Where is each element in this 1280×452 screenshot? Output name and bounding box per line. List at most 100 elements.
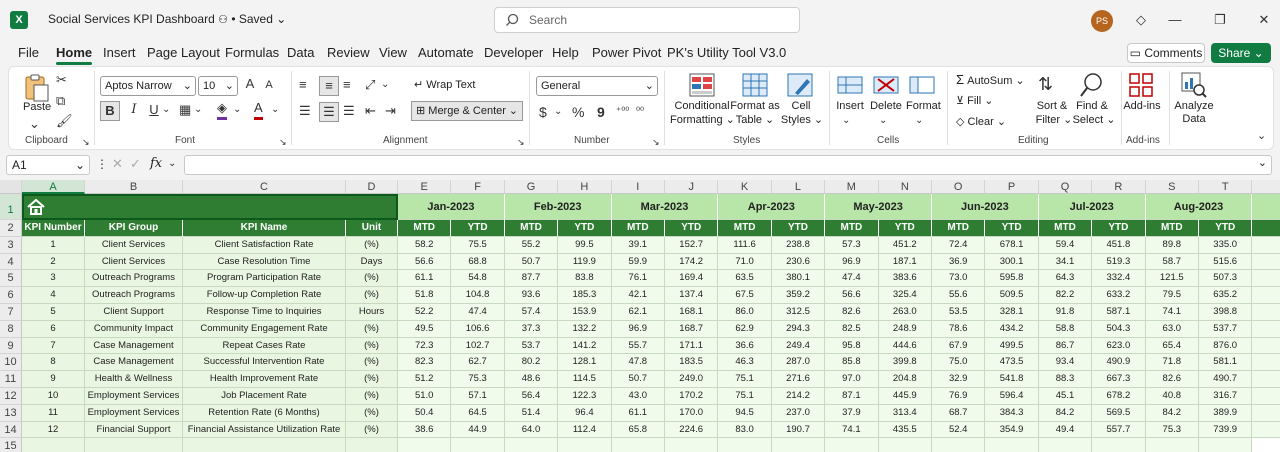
analyze-data-label-2[interactable]: Data — [1173, 113, 1215, 125]
data-cell[interactable]: Client Services — [85, 253, 183, 271]
column-header-q[interactable]: Q — [1038, 180, 1093, 194]
mtd-header[interactable]: MTD — [1145, 220, 1199, 237]
decrease-font-icon[interactable]: A — [262, 76, 276, 94]
format-as-table-label-2[interactable]: Table ⌄ — [730, 113, 780, 126]
data-cell[interactable]: 312.5 — [771, 304, 826, 321]
data-cell-partial[interactable] — [1252, 421, 1280, 439]
data-cell[interactable]: 57.4 — [504, 304, 559, 321]
data-cell[interactable]: 95.8 — [825, 337, 879, 355]
data-cell[interactable]: 74.1 — [1145, 304, 1199, 321]
tab-review[interactable]: Review — [327, 45, 370, 60]
chevron-down-icon[interactable]: ⌄ — [162, 101, 170, 119]
borders-icon[interactable]: ▦ — [179, 101, 191, 119]
data-cell[interactable]: 38.6 — [398, 421, 452, 439]
data-cell-partial[interactable] — [1252, 236, 1280, 254]
row-header-7[interactable]: 7 — [0, 304, 22, 321]
row-header-2[interactable]: 2 — [0, 220, 22, 237]
bold-button[interactable]: B — [100, 101, 120, 121]
data-cell[interactable]: 58.7 — [1145, 253, 1199, 271]
column-header-s[interactable]: S — [1145, 180, 1199, 194]
data-cell[interactable]: 55.2 — [504, 236, 559, 254]
data-cell[interactable]: 71.0 — [718, 253, 772, 271]
data-cell[interactable]: (%) — [346, 236, 398, 254]
data-cell[interactable]: 82.5 — [825, 320, 879, 338]
column-header-i[interactable]: I — [611, 180, 665, 194]
data-cell[interactable]: Days — [346, 253, 398, 271]
tab-pk-utility-tool[interactable]: PK's Utility Tool V3.0 — [667, 45, 786, 60]
data-cell[interactable]: Program Participation Rate — [183, 270, 346, 288]
data-cell[interactable]: 537.7 — [1199, 320, 1253, 338]
data-cell[interactable]: 10 — [22, 388, 85, 405]
align-bottom-icon[interactable]: ≡ — [343, 76, 351, 94]
spreadsheet-grid[interactable]: A B C D E F G H I J K L M N O P Q R S T 1 2 3 4 5 6 7 8 9 10 11 12 13 14 1… — [0, 180, 1280, 452]
column-header-k[interactable]: K — [718, 180, 772, 194]
increase-indent-icon[interactable]: ⇥ — [385, 102, 396, 120]
data-cell-partial[interactable] — [1252, 371, 1280, 388]
data-cell[interactable]: 75.1 — [718, 371, 772, 388]
row-header-15[interactable]: 15 — [0, 438, 22, 452]
empty-cell[interactable] — [825, 438, 879, 452]
empty-cell[interactable] — [504, 438, 559, 452]
data-cell[interactable]: 237.0 — [771, 404, 826, 422]
data-cell[interactable]: 224.6 — [665, 421, 719, 439]
increase-decimal-icon[interactable]: ⁺⁰⁰ — [616, 103, 629, 121]
data-cell[interactable]: 36.6 — [718, 337, 772, 355]
chevron-down-icon[interactable]: ⌄ — [194, 101, 202, 119]
data-cell[interactable]: 76.1 — [611, 270, 665, 288]
row-header-14[interactable]: 14 — [0, 421, 22, 439]
data-cell[interactable]: Health Improvement Rate — [183, 371, 346, 388]
empty-cell[interactable] — [1199, 438, 1253, 452]
ytd-header[interactable]: YTD — [985, 220, 1039, 237]
data-cell[interactable]: 623.0 — [1092, 337, 1146, 355]
restore-icon[interactable]: ❐ — [1212, 12, 1228, 28]
empty-cell[interactable] — [718, 438, 772, 452]
data-cell[interactable]: 49.5 — [398, 320, 452, 338]
paste-icon[interactable] — [23, 73, 51, 103]
fill-color-icon[interactable]: ◈ — [217, 99, 227, 120]
data-cell[interactable]: 678.2 — [1092, 388, 1146, 405]
data-cell[interactable]: 132.2 — [558, 320, 612, 338]
data-cell[interactable]: 45.1 — [1038, 388, 1093, 405]
data-cell[interactable]: 313.4 — [878, 404, 932, 422]
data-cell[interactable]: Job Placement Rate — [183, 388, 346, 405]
column-header-f[interactable]: F — [451, 180, 505, 194]
data-cell[interactable]: 294.3 — [771, 320, 826, 338]
data-cell[interactable]: (%) — [346, 337, 398, 355]
column-header-m[interactable]: M — [825, 180, 879, 194]
empty-cell[interactable] — [22, 438, 85, 452]
row-header-4[interactable]: 4 — [0, 253, 22, 271]
number-format-combo[interactable]: General ⌄ — [536, 76, 658, 96]
data-cell[interactable]: (%) — [346, 421, 398, 439]
close-icon[interactable]: ✕ — [1256, 12, 1272, 28]
data-cell[interactable]: 2 — [22, 253, 85, 271]
sort-filter-label-2[interactable]: Filter ⌄ — [1034, 113, 1074, 126]
data-cell[interactable]: (%) — [346, 320, 398, 338]
chevron-down-icon[interactable]: ⌄ — [554, 103, 562, 121]
cut-icon[interactable]: ✂ — [56, 71, 67, 89]
data-cell-partial[interactable] — [1252, 320, 1280, 338]
data-cell[interactable]: 168.7 — [665, 320, 719, 338]
data-cell[interactable]: 85.8 — [825, 354, 879, 372]
data-cell[interactable]: 50.7 — [611, 371, 665, 388]
data-cell[interactable]: 64.3 — [1038, 270, 1093, 288]
data-cell[interactable]: 504.3 — [1092, 320, 1146, 338]
data-cell[interactable]: 82.3 — [398, 354, 452, 372]
data-cell[interactable]: 263.0 — [878, 304, 932, 321]
data-cell[interactable]: 61.1 — [398, 270, 452, 288]
currency-icon[interactable]: $ — [539, 103, 547, 121]
paste-label[interactable]: Paste — [23, 101, 51, 113]
minimize-icon[interactable]: — — [1167, 12, 1183, 28]
row-header-8[interactable]: 8 — [0, 320, 22, 338]
row-header-11[interactable]: 11 — [0, 371, 22, 388]
merge-center-button[interactable]: ⊞ Merge & Center ⌄ — [411, 101, 523, 121]
header-partial[interactable] — [1252, 220, 1280, 237]
data-cell[interactable]: 111.6 — [718, 236, 772, 254]
data-cell[interactable]: 62.9 — [718, 320, 772, 338]
data-cell[interactable]: 596.4 — [985, 388, 1039, 405]
conditional-formatting-label[interactable]: Conditional — [674, 100, 730, 112]
avatar[interactable]: PS — [1091, 10, 1113, 32]
chevron-down-icon[interactable]: ⌄ — [381, 76, 389, 94]
data-cell[interactable]: 316.7 — [1199, 388, 1253, 405]
data-cell[interactable]: 104.8 — [451, 287, 505, 304]
data-cell[interactable]: Client Satisfaction Rate — [183, 236, 346, 254]
